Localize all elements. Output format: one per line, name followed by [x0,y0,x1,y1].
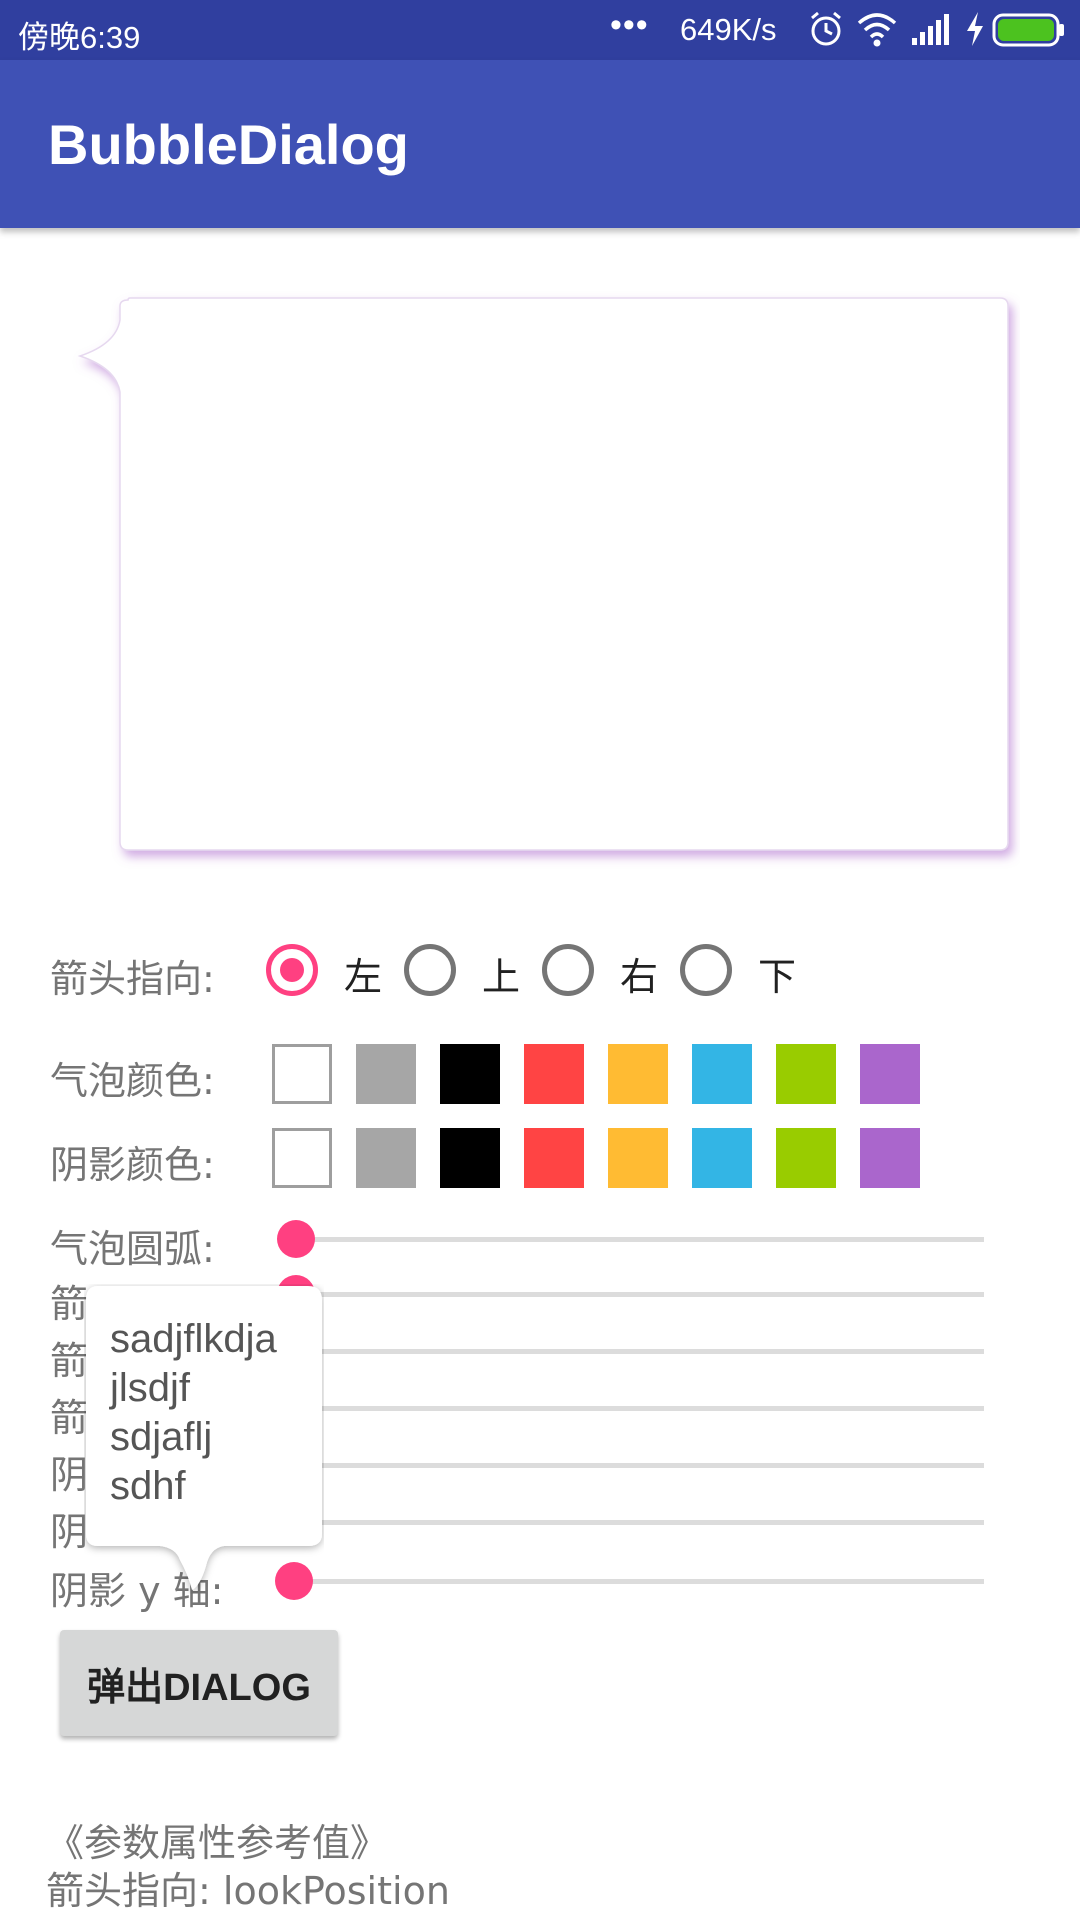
radio-down-label: 下 [758,955,797,999]
status-time: 傍晚6:39 [18,20,141,55]
shadow-color-label: 阴影颜色: [50,1143,215,1187]
popup-text: sadjflkdja jlsdjf sdjaflj sdhf [110,1315,310,1511]
shadow-color-swatch[interactable] [860,1128,920,1188]
slider-label-shadow-x: 阴 [50,1510,89,1554]
bubble-color-swatch[interactable] [608,1044,668,1104]
status-bar: 傍晚6:39 ••• 649K/s [0,0,1080,60]
radio-down-button[interactable] [680,944,732,996]
charging-icon [967,12,983,46]
slider-arrow-height[interactable] [296,1406,984,1411]
shadow-color-swatch[interactable] [692,1128,752,1188]
bubble-preview [77,297,1009,851]
slider-bubble-radius[interactable] [296,1237,984,1242]
bubble-color-swatch[interactable] [272,1044,332,1104]
radio-up-label: 上 [482,955,521,999]
app-title: BubbleDialog [48,113,409,176]
signal-icon [912,14,949,45]
radio-up-button[interactable] [404,944,456,996]
slider-label-arrow-position: 箭 [50,1282,89,1326]
slider-shadow-y[interactable] [296,1579,984,1584]
shadow-color-swatch[interactable] [272,1128,332,1188]
radio-left-button[interactable] [266,944,318,996]
bubble-color-swatch[interactable] [860,1044,920,1104]
radio-right-label: 右 [620,955,659,999]
slider-label-arrow-height: 箭 [50,1396,89,1440]
bubble-color-label: 气泡颜色: [50,1059,215,1103]
slider-shadow-x[interactable] [296,1520,984,1525]
slider-label-shadow-radius: 阴 [50,1453,89,1497]
shadow-color-swatch[interactable] [356,1128,416,1188]
bubble-color-swatch[interactable] [524,1044,584,1104]
app-bar: BubbleDialog [0,60,1080,228]
shadow-color-swatch[interactable] [440,1128,500,1188]
slider-shadow-radius[interactable] [296,1463,984,1468]
popup-line: sdjaflj [110,1415,213,1459]
popup-line: jlsdjf [110,1366,191,1410]
reference-heading: 《参数属性参考值》 [46,1821,389,1865]
reference-line: 箭头指向: lookPosition [46,1869,450,1913]
radio-left-label: 左 [344,955,383,999]
battery-icon [992,13,1064,47]
wifi-icon [857,13,897,47]
more-notifications-icon: ••• [610,6,649,44]
popup-line: sadjflkdja [110,1317,277,1361]
bubble-color-swatch[interactable] [356,1044,416,1104]
slider-label-arrow-width: 箭 [50,1339,89,1383]
shadow-color-swatch[interactable] [776,1128,836,1188]
slider-label-bubble-radius: 气泡圆弧: [50,1227,215,1271]
slider-arrow-width[interactable] [296,1349,984,1354]
bubble-color-swatch[interactable] [692,1044,752,1104]
slider-arrow-position[interactable] [296,1292,984,1297]
shadow-color-swatch[interactable] [608,1128,668,1188]
bubble-color-swatch[interactable] [440,1044,500,1104]
arrow-direction-label: 箭头指向: [50,957,215,1001]
alarm-icon [811,11,841,46]
shadow-color-swatch[interactable] [524,1128,584,1188]
bubble-color-swatch[interactable] [776,1044,836,1104]
network-speed: 649K/s [680,12,777,47]
radio-right-button[interactable] [542,944,594,996]
show-dialog-button[interactable]: 弹出DIALOG [60,1630,338,1736]
slider-thumb-bubble-radius[interactable] [277,1220,315,1258]
popup-line: sdhf [110,1464,186,1508]
